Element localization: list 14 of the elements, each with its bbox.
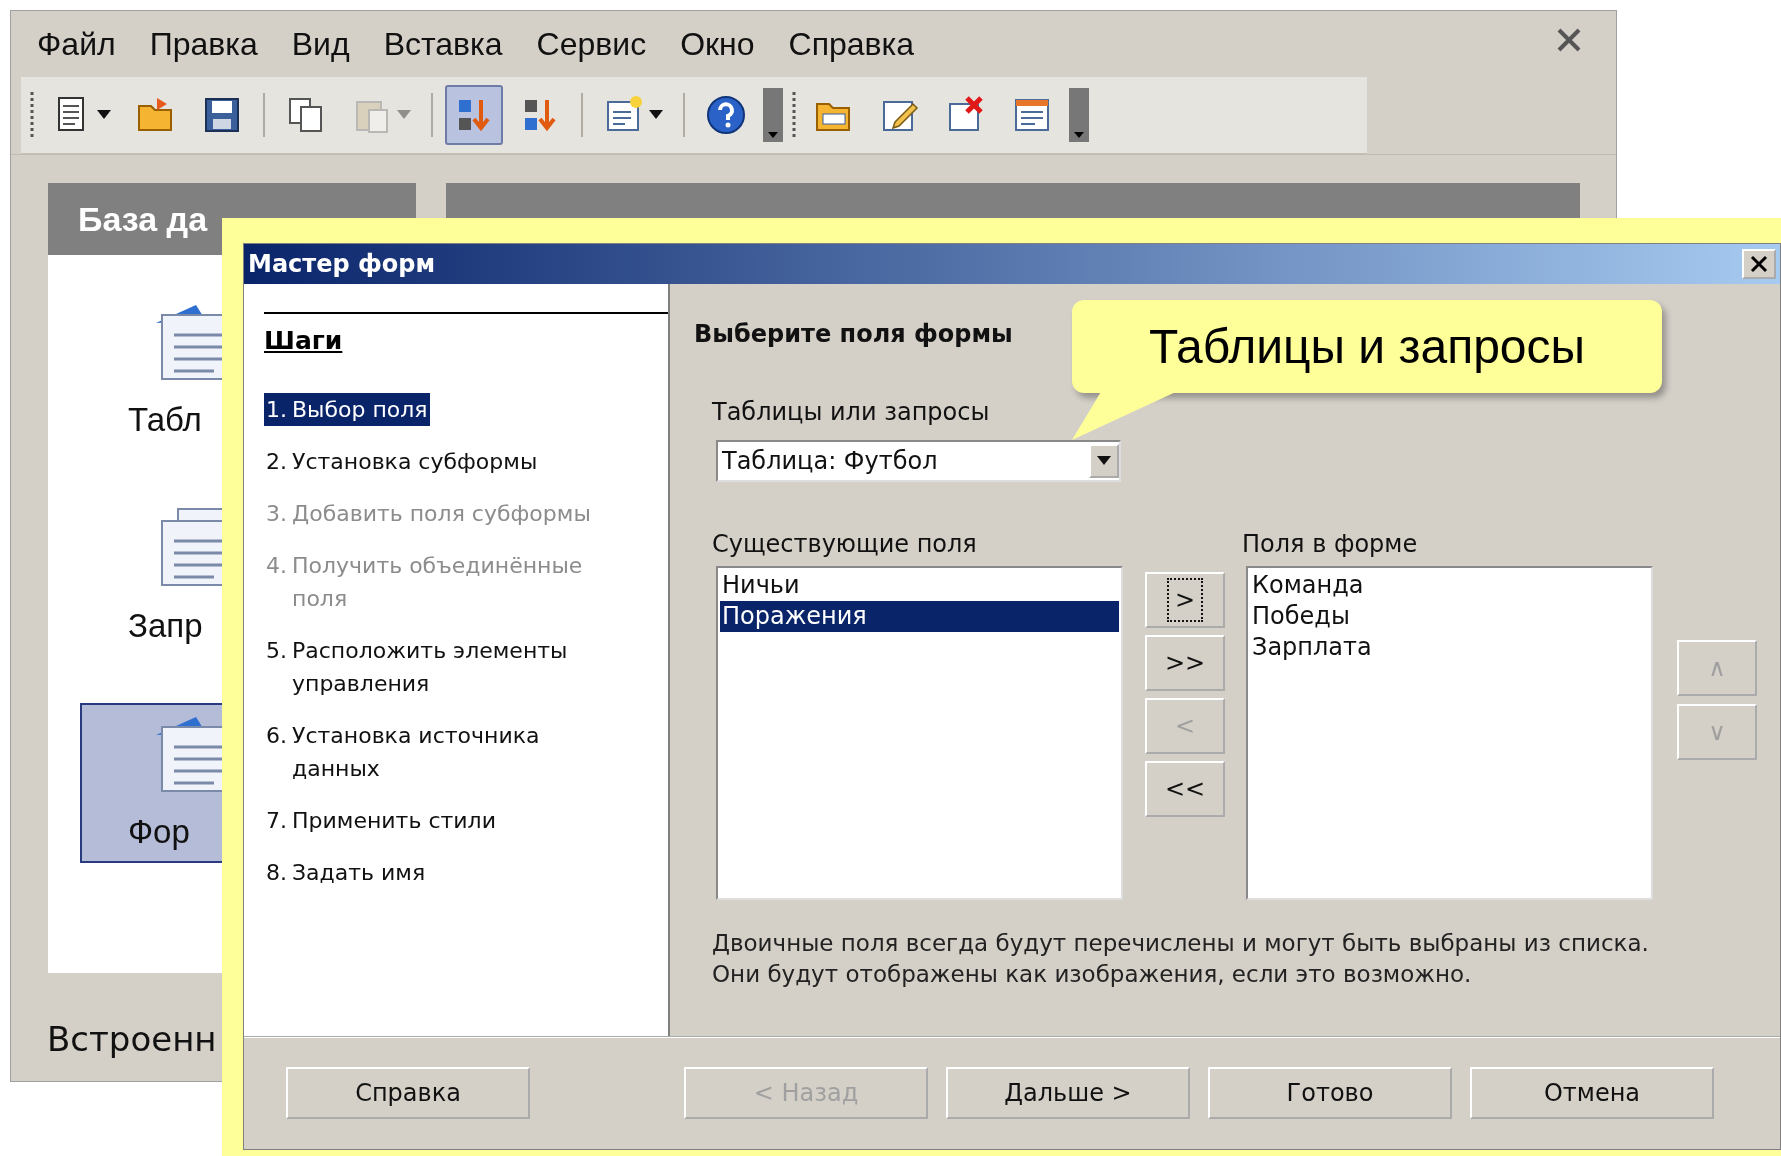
field-label: Поля в форме <box>1242 530 1418 558</box>
focus-outline: < <box>1173 711 1197 742</box>
status-text: Встроенн <box>46 1018 218 1061</box>
steps-title: Шаги <box>264 312 668 355</box>
field-label: Существующие поля <box>712 530 977 558</box>
hint-text: Двоичные поля всегда будут перечислены и могут быть выбраны из списка. Они будут отображены как изображения, если это возможно. <box>712 929 1650 989</box>
item-label: Фор <box>128 813 190 851</box>
item-label: Запр <box>128 607 203 645</box>
item-label: Табл <box>128 401 202 439</box>
focus-outline: >> <box>1163 648 1207 679</box>
focus-outline: << <box>1163 774 1207 805</box>
focus-outline: > <box>1166 578 1204 622</box>
field-label: Таблицы или запросы <box>712 398 990 426</box>
section-heading: Выберите поля формы <box>694 320 1014 348</box>
